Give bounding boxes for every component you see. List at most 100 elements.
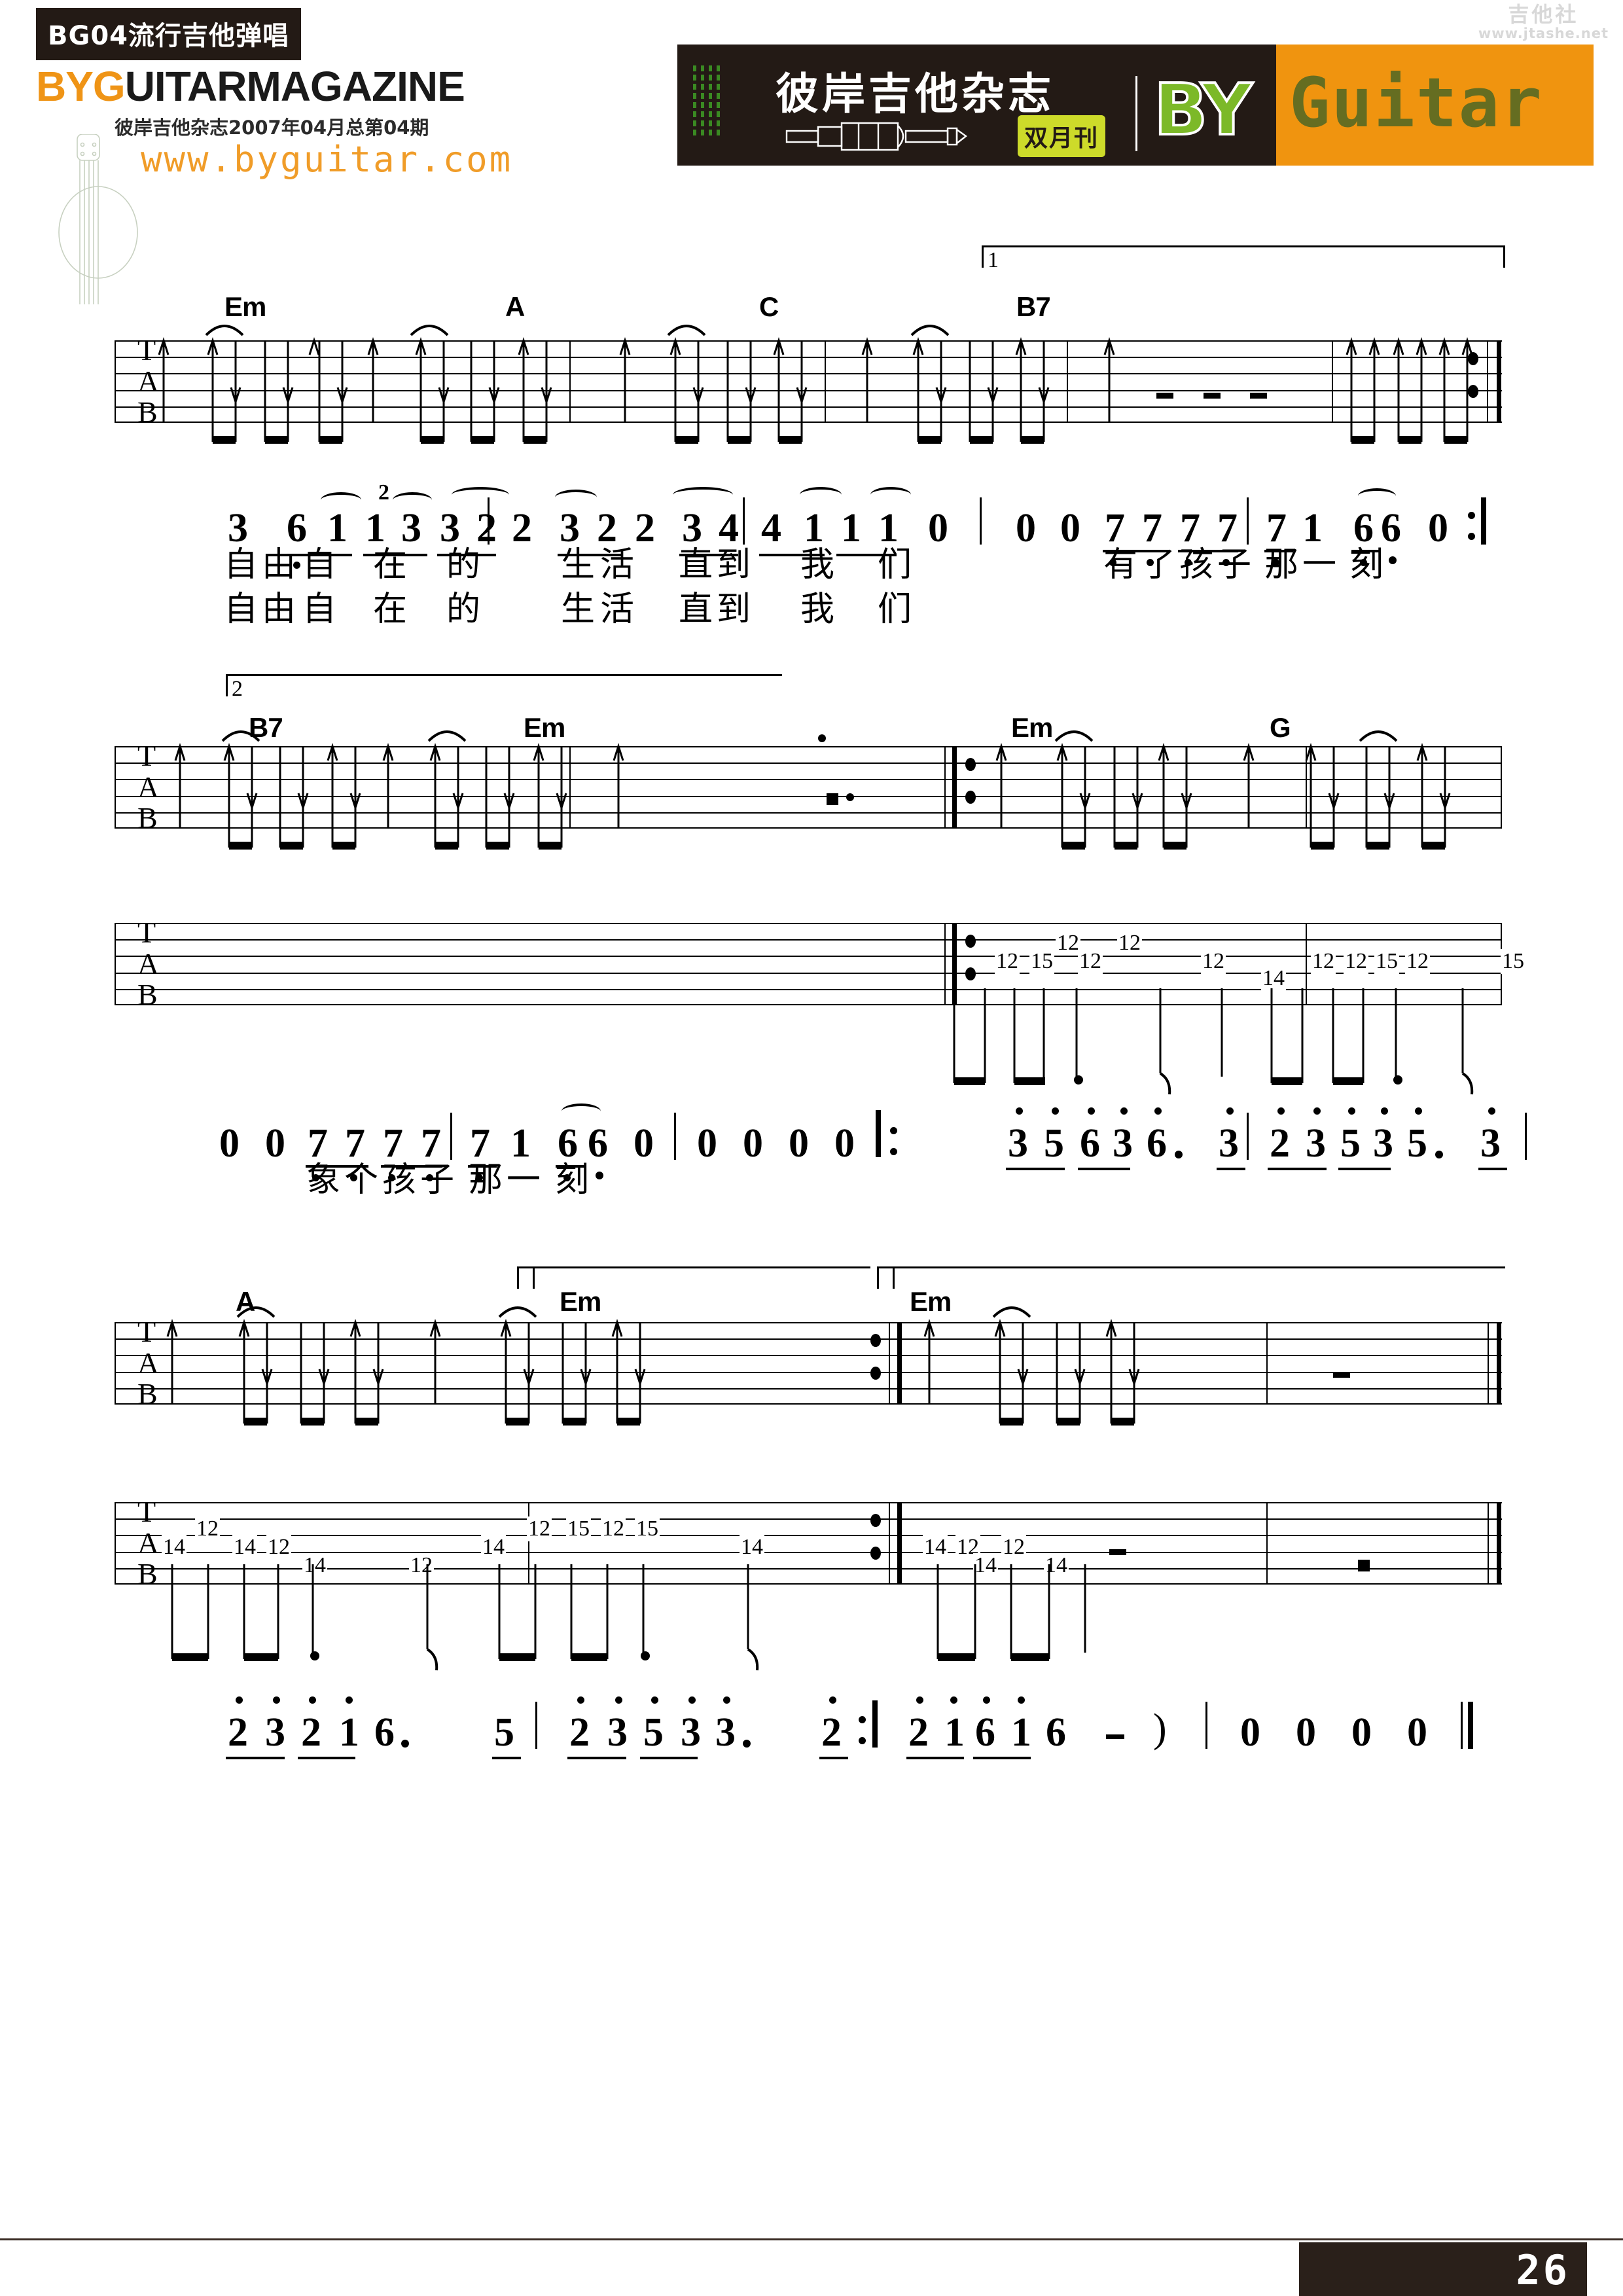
lyric-char: 活 — [600, 590, 635, 629]
lyric-char: 有 — [1103, 545, 1138, 584]
jianpu-slur — [800, 487, 842, 503]
jianpu-note: 3 — [1306, 1121, 1326, 1166]
lyric-char: 我 — [800, 545, 835, 584]
augmentation-dot — [743, 1740, 751, 1748]
octave-dot-high — [1415, 1107, 1422, 1115]
jianpu-note: 0 — [1428, 506, 1448, 550]
masthead-dark-panel: 彼岸吉他杂志 双月刊 BY — [677, 45, 1276, 166]
jianpu-note: 0 — [1407, 1710, 1427, 1755]
lyric-line-1: 自由自在的生活直到我们有了孩子那一刻 — [224, 537, 1383, 586]
masthead-orange-panel: Guitar — [1276, 45, 1594, 166]
guitar-logo-text: Guitar — [1289, 63, 1543, 143]
octave-dot-high — [1154, 1107, 1162, 1115]
lyric-char: 孩 — [382, 1160, 417, 1200]
jianpu-barline-repeat — [876, 1110, 881, 1157]
jianpu-note: 3 — [1008, 1121, 1028, 1166]
jianpu-note: 6 — [1147, 1121, 1167, 1166]
jianpu-note: 5 — [494, 1710, 514, 1755]
jianpu-slur — [452, 487, 509, 503]
tab-letter-t: T — [137, 916, 156, 949]
jianpu-note: 0 — [1296, 1710, 1316, 1755]
site-watermark-cn: 吉他社 — [1508, 2, 1579, 27]
jianpu-note: 6 — [1381, 506, 1401, 550]
jianpu-note: 0 — [834, 1121, 855, 1166]
tab-stems-system-2 — [953, 988, 1474, 1095]
jianpu-note: 0 — [697, 1121, 717, 1166]
jianpu-barline-final — [1461, 1702, 1463, 1749]
lyric-char: 们 — [878, 590, 912, 629]
site-watermark: 吉他社 www.jtashe.net — [1478, 2, 1609, 41]
octave-dot-high — [1277, 1107, 1285, 1115]
octave-dot-high — [950, 1696, 957, 1704]
lyric-char: 自 — [302, 590, 337, 629]
augmentation-dot — [1389, 556, 1397, 564]
jianpu-note: 3 — [1373, 1121, 1393, 1166]
jianpu-note: 1 — [944, 1710, 965, 1755]
masthead-divider — [1135, 76, 1137, 151]
lyric-char: 在 — [373, 590, 408, 629]
jianpu-beam — [819, 1757, 848, 1759]
website-url: www.byguitar.com — [141, 139, 513, 180]
jianpu-row-3: 2 3 2 1 6 5 2 3 5 3 3 2 2 1 6 1 6) 0 0 … — [0, 1682, 1623, 1780]
lyric-char: 自 — [224, 590, 259, 629]
augmentation-dot — [1435, 1151, 1443, 1158]
octave-dot-high — [1120, 1107, 1128, 1115]
octave-dot-high — [829, 1696, 836, 1704]
jianpu-slur — [321, 492, 361, 508]
tab-letter-t: T — [137, 1495, 156, 1528]
octave-dot-high — [1348, 1107, 1355, 1115]
lyric-char: 直 — [679, 590, 713, 629]
jianpu-note: 0 — [265, 1121, 285, 1166]
footer-rule — [0, 2238, 1623, 2240]
octave-dot-high — [651, 1696, 658, 1704]
repeat-dot — [965, 935, 976, 948]
jianpu-barline — [1247, 1113, 1249, 1160]
guitar-cable-plug-icon — [785, 122, 968, 151]
jianpu-slur — [555, 490, 597, 505]
strum-pattern-system-1 — [158, 325, 1473, 444]
jianpu-barline-repeat — [872, 1700, 878, 1748]
volta-number: 1 — [988, 248, 999, 272]
jianpu-note: 0 — [1240, 1710, 1260, 1755]
jianpu-note: 3 — [1219, 1121, 1239, 1166]
lyric-char: 生 — [561, 545, 596, 584]
volta-number: 2 — [232, 677, 243, 701]
jianpu-note: 0 — [743, 1121, 763, 1166]
octave-dot-high — [1488, 1107, 1495, 1115]
octave-dot-high — [615, 1696, 622, 1704]
jianpu-barline-end — [1481, 497, 1486, 545]
jianpu-note: 2 — [821, 1710, 842, 1755]
jianpu-note: 3 — [681, 1710, 701, 1755]
jianpu-barline-final — [1468, 1702, 1473, 1749]
jianpu-slur — [870, 487, 911, 503]
masthead-banner: 彼岸吉他杂志 双月刊 BY Guitar — [677, 45, 1594, 166]
jianpu-note: 3 — [1480, 1121, 1501, 1166]
jianpu-note: 6 — [588, 1121, 608, 1166]
jianpu-beam — [1006, 1168, 1065, 1170]
jianpu-note: 6 — [374, 1710, 395, 1755]
lyric-char: 自 — [302, 545, 337, 584]
jianpu-note: 0 — [219, 1121, 240, 1166]
lyric-char: 们 — [878, 545, 912, 584]
jianpu-note: 0 — [633, 1121, 654, 1166]
octave-dot-high — [1313, 1107, 1321, 1115]
brand-suffix: UITARMAGAZINE — [124, 63, 465, 110]
augmentation-dot — [401, 1740, 409, 1748]
jianpu-hold-dash — [1106, 1734, 1124, 1739]
jianpu-beam — [567, 1757, 626, 1759]
lyric-line-1: 象个孩子那一刻 — [306, 1152, 589, 1201]
lyric-char: 的 — [446, 590, 481, 629]
jianpu-note: 3 — [607, 1710, 628, 1755]
octave-dot-high — [723, 1696, 730, 1704]
octave-dot-high — [1088, 1107, 1095, 1115]
octave-dot-high — [688, 1696, 696, 1704]
jianpu-note: 2 — [569, 1710, 590, 1755]
tab-stems-system-3 — [171, 1564, 1086, 1671]
lyric-char: 由 — [262, 590, 296, 629]
lyric-char: 子 — [420, 1160, 455, 1200]
octave-dot-high — [1052, 1107, 1059, 1115]
issue-badge: BG04流行吉他弹唱 — [36, 8, 301, 60]
site-watermark-url: www.jtashe.net — [1478, 25, 1609, 41]
lyric-char: 象 — [306, 1160, 341, 1200]
augmentation-dot — [596, 1172, 603, 1179]
